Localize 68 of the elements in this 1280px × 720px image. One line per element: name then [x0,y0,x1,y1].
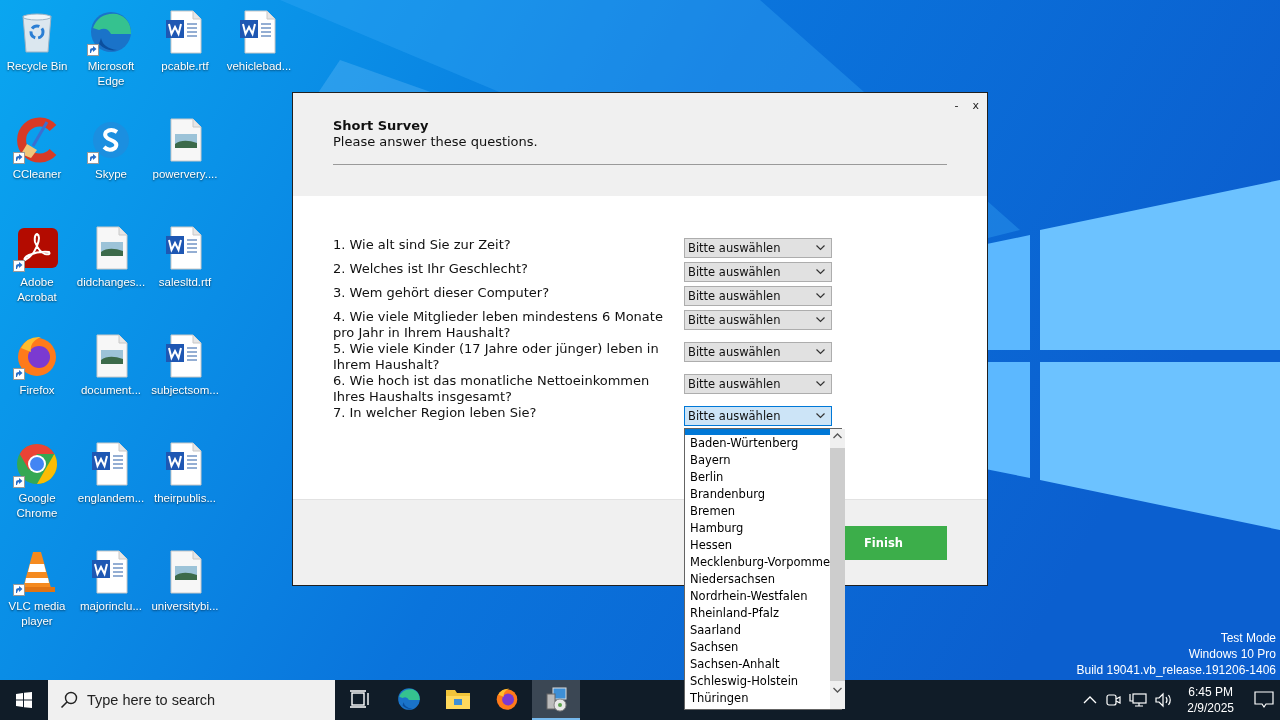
icon-label[interactable]: VLC media player [0,599,74,629]
clock-date: 2/9/2025 [1187,700,1234,716]
browser-icon[interactable] [396,686,422,712]
system-info-text: Build 19041.vb_release.191206-1406 [1076,662,1276,678]
chevron-down-icon [816,245,825,251]
chevron-down-icon [816,349,825,355]
chevron-down-icon [816,317,825,323]
chevron-down-icon [816,269,825,275]
windows-icon[interactable] [16,692,32,708]
chevron-down-icon [816,381,825,387]
icon-label[interactable]: theirpublis... [148,491,222,506]
icon-label[interactable]: subjectsom... [148,383,222,398]
volume-icon[interactable] [1155,692,1174,708]
search-field[interactable]: Type here to search [48,680,335,720]
dialog-title: Short Survey [333,118,430,134]
chevron-down-icon [816,293,825,299]
dropdown[interactable]: Bitte auswählen [684,310,832,330]
question-label: 1. Wie alt sind Sie zur Zeit? [333,237,512,253]
folder-icon[interactable] [445,687,471,711]
close-button[interactable]: x [972,99,979,112]
dropdown-option[interactable]: Brandenburg [685,486,830,503]
icon-label[interactable]: universitybi... [148,599,222,614]
dialog-subtitle: Please answer these questions. [333,134,539,150]
network-icon[interactable] [1129,692,1148,708]
dropdown-option[interactable]: Rheinland-Pfalz [685,605,830,622]
taskbar-button[interactable] [532,680,580,720]
dropdown-option[interactable]: Thüringen [685,690,830,707]
question-label: 6. Wie hoch ist das monatliche Nettoeinkommen Ihres Haushalts insgesamt? [333,373,651,405]
system-info-text: Test Mode [1220,630,1276,646]
dropdown[interactable]: Bitte auswählen [684,374,832,394]
dropdown-option[interactable]: Schleswig-Holstein [685,673,830,690]
scrollbar-thumb[interactable] [830,448,845,681]
minimize-button[interactable]: - [954,99,959,112]
scroll-down-icon[interactable] [833,687,842,693]
dropdown-option[interactable]: Sachsen-Anhalt [685,656,830,673]
icon-label[interactable]: englandem... [74,491,148,506]
question-label: 2. Welches ist Ihr Geschlecht? [333,261,529,277]
scroll-up-icon[interactable] [833,433,842,439]
clock[interactable]: 6:45 PM 2/9/2025 [1187,684,1234,716]
dropdown[interactable]: Bitte auswählen [684,286,832,306]
dropdown-option[interactable]: Niedersachsen [685,571,830,588]
browser-icon[interactable] [494,686,520,712]
clock-time: 6:45 PM [1188,684,1233,700]
system-info-text: Windows 10 Pro [1188,646,1276,662]
dropdown-option[interactable]: Sachsen [685,639,830,656]
dropdown[interactable]: Bitte auswählen [684,262,832,282]
chevron-up-icon[interactable] [1083,695,1098,705]
dropdown-option[interactable]: Bremen [685,503,830,520]
scrollbar[interactable] [830,429,845,709]
dropdown-option[interactable]: Bayern [685,452,830,469]
camera-icon[interactable] [1105,692,1122,708]
question-label: 7. In welcher Region leben Sie? [333,405,538,421]
dropdown[interactable]: Bitte auswählen [684,342,832,362]
dropdown-option[interactable]: Nordrhein-Westfalen [685,588,830,605]
notification-icon[interactable] [1254,691,1274,709]
icon-label[interactable]: majorinclu... [74,599,148,614]
dropdown-option[interactable]: Berlin [685,469,830,486]
question-label: 4. Wie viele Mitglieder leben mindestens 6 Monate pro Jahr in Ihrem Haushalt? [333,309,664,341]
dropdown-option[interactable]: Baden-Würtenberg [685,435,830,452]
search-icon [60,691,78,709]
dropdown-option[interactable]: Saarland [685,622,830,639]
task-view-icon[interactable] [349,688,371,710]
installer-icon[interactable] [543,686,569,712]
question-label: 3. Wem gehört dieser Computer? [333,285,551,301]
question-label: 5. Wie viele Kinder (17 Jahre oder jünger) leben in Ihrem Haushalt? [333,341,660,373]
chevron-down-icon [816,413,825,419]
dropdown[interactable]: Bitte auswählen [684,238,832,258]
dropdown[interactable]: Bitte auswählen [684,406,832,426]
